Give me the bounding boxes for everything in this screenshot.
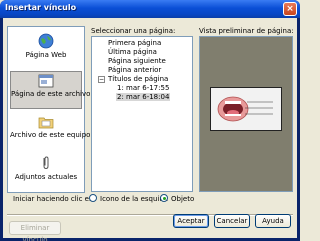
tree-item-next-page[interactable]: Página siguiente	[108, 57, 166, 65]
nav-item-attachments[interactable]: Adjuntos actuales	[10, 153, 82, 191]
dialog-body: Página Web Página de este archivo Archiv…	[3, 18, 297, 241]
nav-item-label: Adjuntos actuales	[14, 173, 78, 181]
link-type-nav: Página Web Página de este archivo Archiv…	[7, 26, 91, 193]
tree-item-last-page[interactable]: Última página	[108, 48, 157, 56]
nav-item-label: Página Web	[25, 51, 67, 59]
preview-label: Vista preliminar de página:	[199, 27, 294, 35]
tree-item-first-page[interactable]: Primera página	[108, 39, 161, 47]
page-tree[interactable]: Primera página Última página Página sigu…	[91, 36, 193, 192]
nav-item-label: Página de este archivo	[11, 90, 91, 98]
globe-icon	[38, 33, 54, 49]
folder-icon	[38, 117, 54, 129]
accept-button[interactable]: Aceptar	[173, 214, 209, 228]
close-icon: ×	[286, 4, 294, 14]
page-preview	[199, 36, 293, 192]
nav-item-this-computer[interactable]: Archivo de este equipo	[10, 113, 91, 151]
radio-object-label[interactable]: Objeto	[171, 195, 194, 203]
radio-corner-icon[interactable]	[89, 194, 97, 202]
collapse-toggle[interactable]: −	[98, 76, 105, 83]
separator	[7, 214, 293, 216]
tree-item-previous-page[interactable]: Página anterior	[108, 66, 161, 74]
help-button[interactable]: Ayuda	[255, 214, 291, 228]
mouth-illustration	[217, 96, 273, 122]
radio-corner-icon-label[interactable]: Icono de la esquina	[100, 195, 168, 203]
paperclip-icon	[43, 156, 49, 170]
nav-item-web-page[interactable]: Página Web	[10, 31, 82, 69]
page-icon	[38, 74, 54, 88]
start-click-label: Iniciar haciendo clic en:	[13, 195, 96, 203]
close-button[interactable]: ×	[283, 2, 297, 16]
dialog-title: Insertar vínculo	[5, 3, 77, 12]
preview-thumbnail	[210, 87, 282, 131]
insert-link-dialog: Insertar vínculo × Página Web Página de …	[0, 0, 300, 241]
title-bar: Insertar vínculo ×	[0, 0, 300, 18]
tree-item-title-2[interactable]: 2: mar 6-18:04	[116, 93, 171, 101]
radio-object[interactable]	[160, 194, 168, 202]
tree-item-title-1[interactable]: 1: mar 6-17:55	[117, 84, 169, 92]
remove-link-button[interactable]: Eliminar vínculo	[9, 221, 61, 241]
cancel-button[interactable]: Cancelar	[214, 214, 250, 228]
tree-item-page-titles[interactable]: Títulos de página	[108, 75, 168, 83]
select-page-label: Seleccionar una página:	[91, 27, 176, 35]
nav-item-label: Archivo de este equipo	[10, 131, 91, 139]
nav-item-this-file[interactable]: Página de este archivo	[10, 71, 91, 109]
